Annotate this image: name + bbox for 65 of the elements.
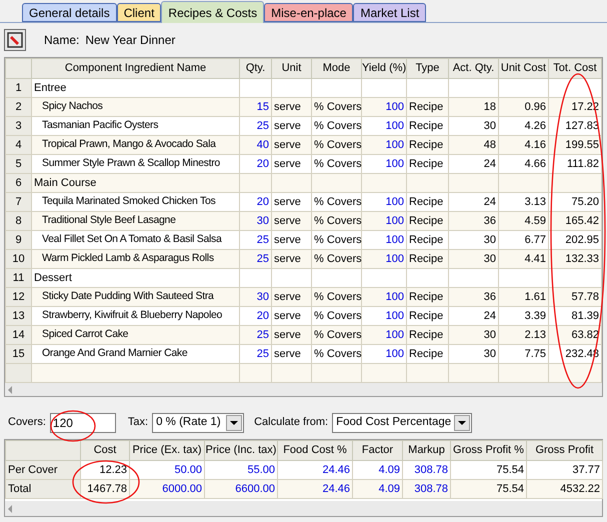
edit-button[interactable] bbox=[4, 29, 26, 51]
tab[interactable]: General details bbox=[22, 3, 117, 22]
horizontal-scrollbar[interactable] bbox=[5, 501, 602, 516]
dropdown-arrow-icon bbox=[230, 420, 238, 424]
table-cell: 308.78 bbox=[402, 480, 450, 498]
covers-field[interactable]: 120 bbox=[50, 412, 116, 432]
calculate-from-dropdown[interactable]: Food Cost Percentage bbox=[332, 412, 472, 432]
table-cell: 75.54 bbox=[450, 480, 526, 498]
column-header[interactable]: Cost bbox=[80, 440, 130, 460]
scroll-left-icon bbox=[8, 386, 12, 394]
name-value: New Year Dinner bbox=[85, 32, 176, 49]
row-number: 13 bbox=[6, 306, 32, 326]
calculate-from-label: Calculate from: bbox=[254, 415, 328, 430]
table-cell: 4532.22 bbox=[526, 480, 602, 498]
highlight-ellipse bbox=[72, 460, 140, 504]
row-number: 1 bbox=[6, 78, 32, 98]
column-header[interactable]: Act. Qty. bbox=[448, 58, 498, 78]
row-number: 12 bbox=[6, 288, 32, 306]
column-header[interactable]: Factor bbox=[352, 440, 402, 460]
scroll-left-icon bbox=[8, 504, 12, 512]
pencil-icon bbox=[7, 32, 23, 48]
column-header[interactable]: Yield (%) bbox=[362, 58, 406, 78]
column-header[interactable]: Unit Cost bbox=[498, 58, 548, 78]
column-header[interactable]: Tot. Cost bbox=[548, 58, 602, 78]
row-number: 9 bbox=[6, 230, 32, 250]
column-header[interactable]: Qty. bbox=[240, 58, 272, 78]
tax-label: Tax: bbox=[128, 415, 148, 430]
column-header[interactable]: Markup bbox=[402, 440, 450, 460]
column-header[interactable]: Component Ingredient Name bbox=[32, 58, 240, 78]
horizontal-scrollbar[interactable] bbox=[5, 383, 602, 396]
table-cell: 6600.00 bbox=[204, 480, 278, 498]
tab[interactable]: Mise-en-place bbox=[264, 3, 354, 22]
row-label: Total bbox=[6, 480, 80, 498]
table-cell: 4.09 bbox=[352, 480, 402, 498]
row-number: 10 bbox=[6, 250, 32, 268]
row-number: 8 bbox=[6, 212, 32, 230]
row-number: 5 bbox=[6, 154, 32, 174]
highlight-ellipse bbox=[50, 410, 96, 442]
column-header[interactable]: Gross Profit bbox=[526, 440, 602, 460]
row-number: 6 bbox=[6, 174, 32, 192]
row-number: 14 bbox=[6, 326, 32, 344]
row-number: 11 bbox=[6, 268, 32, 288]
row-number: 2 bbox=[6, 98, 32, 116]
tab[interactable]: Recipes & Costs bbox=[161, 1, 264, 23]
row-number: 15 bbox=[6, 344, 32, 364]
name-label: Name: bbox=[44, 32, 80, 49]
row-number: 7 bbox=[6, 192, 32, 212]
table-cell: 6000.00 bbox=[130, 480, 204, 498]
row-number: 3 bbox=[6, 116, 32, 136]
column-header[interactable]: Price (Ex. tax) bbox=[130, 440, 204, 460]
column-header[interactable]: Gross Profit % bbox=[450, 440, 526, 460]
row-label: Per Cover bbox=[6, 460, 80, 480]
column-header[interactable]: Type bbox=[406, 58, 448, 78]
table-cell: 24.46 bbox=[278, 480, 352, 498]
tab[interactable]: Market List bbox=[353, 3, 426, 22]
column-header[interactable]: Food Cost % bbox=[278, 440, 352, 460]
tab[interactable]: Client bbox=[116, 3, 162, 22]
tax-dropdown[interactable]: 0 % (Rate 1) bbox=[152, 412, 244, 432]
row-number: 4 bbox=[6, 136, 32, 154]
dropdown-arrow-icon bbox=[458, 420, 466, 424]
table-cell: 1467.78 bbox=[80, 480, 130, 498]
column-header[interactable]: Mode bbox=[312, 58, 362, 78]
covers-label: Covers: bbox=[8, 415, 46, 430]
column-header[interactable]: Price (Inc. tax) bbox=[204, 440, 278, 460]
column-header[interactable]: Unit bbox=[272, 58, 312, 78]
